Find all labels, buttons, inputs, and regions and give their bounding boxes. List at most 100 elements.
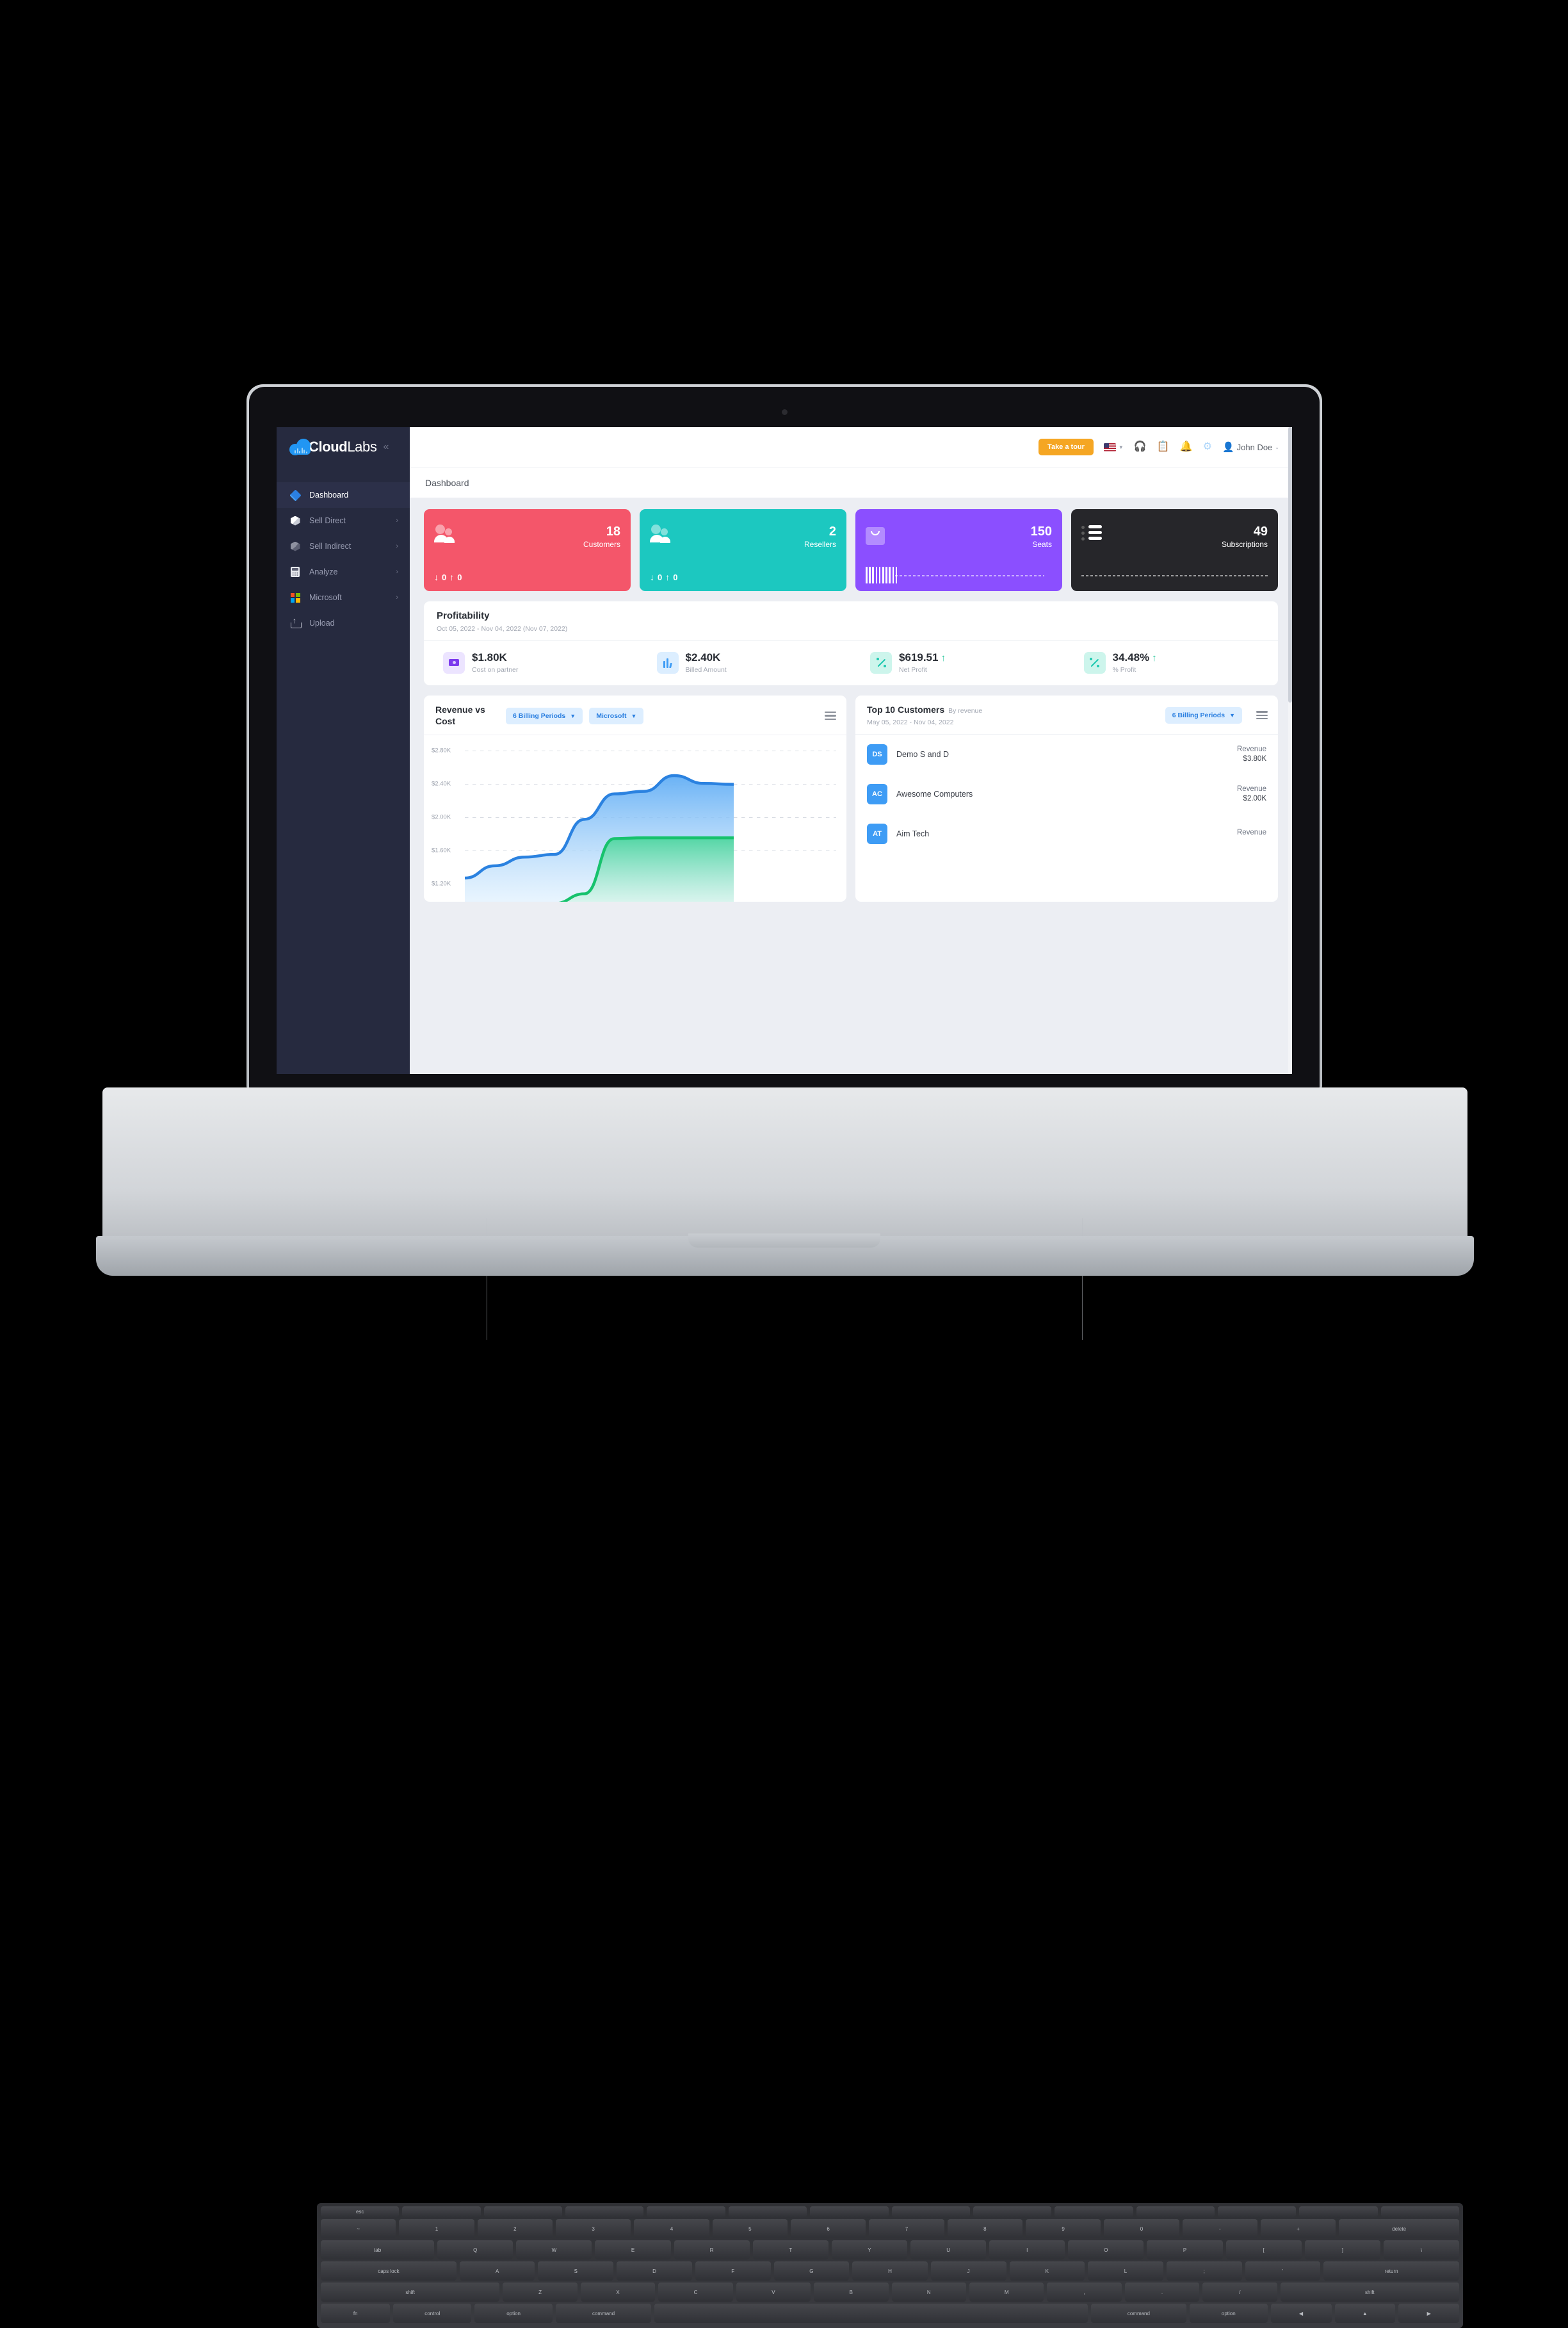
list-item[interactable]: DS Demo S and D Revenue $3.80K [855, 735, 1278, 774]
key [483, 2206, 563, 2217]
metric-cost-on-partner: $1.80K Cost on partner [424, 651, 638, 674]
list-icon [1081, 525, 1102, 541]
progress-dashline [1081, 575, 1268, 576]
logo-text: CloudLabs [309, 439, 377, 455]
headset-icon[interactable]: 🎧 [1134, 442, 1147, 452]
avatar: 👤 [1222, 442, 1234, 453]
avatar: AC [867, 783, 887, 804]
key: fn [321, 2304, 391, 2323]
chevron-down-icon: ▼ [1229, 712, 1235, 719]
avatar: AT [867, 823, 887, 844]
metric-value: $619.51 [899, 651, 939, 663]
percent-icon [870, 651, 892, 674]
y-tick-label: $1.20K [432, 880, 451, 888]
logo-text-light: Labs [347, 439, 377, 455]
key [647, 2206, 725, 2217]
revenue-label: Revenue [1236, 745, 1266, 753]
chart-plot-area [465, 774, 734, 902]
key: tab [321, 2240, 435, 2259]
stat-delta-down: 0 [658, 572, 663, 582]
key: + [1260, 2219, 1336, 2238]
key: F [695, 2261, 771, 2281]
app-logo[interactable]: CloudLabs « [277, 427, 410, 467]
user-menu[interactable]: 👤 John Doe ⌄ [1222, 441, 1279, 453]
key: W [516, 2240, 592, 2259]
key: command [556, 2304, 651, 2323]
key: B [814, 2283, 889, 2302]
chevron-right-icon: › [396, 594, 398, 601]
clipboard-icon[interactable]: 📋 [1157, 442, 1170, 452]
profitability-title: Profitability [437, 610, 490, 621]
stat-card-subscriptions[interactable]: 49 Subscriptions [1071, 509, 1278, 591]
key: . [1124, 2283, 1200, 2302]
key [1055, 2206, 1133, 2217]
customers-panel-title: Top 10 Customers [867, 704, 945, 715]
sidebar-item-dashboard[interactable]: Dashboard [277, 482, 410, 508]
chip-label: Microsoft [596, 712, 627, 720]
key: ▲ [1334, 2304, 1396, 2323]
user-name: John Doe [1236, 442, 1273, 452]
key: 8 [947, 2219, 1022, 2238]
list-item[interactable]: AT Aim Tech Revenue [855, 814, 1278, 854]
sidebar-item-upload[interactable]: Upload [277, 610, 410, 636]
trend-up-icon: ↑ [1152, 652, 1157, 663]
stat-label: Seats [1032, 540, 1052, 549]
customers-panel-header: Top 10 Customers By revenue May 05, 2022… [855, 696, 1278, 735]
chevron-right-icon: › [396, 517, 398, 525]
key: ; [1166, 2261, 1242, 2281]
language-selector[interactable]: ▼ [1103, 443, 1124, 452]
stat-card-seats[interactable]: 150 Seats [855, 509, 1062, 591]
webcam-icon [782, 409, 788, 415]
key: option [474, 2304, 553, 2323]
key: command [1090, 2304, 1186, 2323]
stat-card-customers[interactable]: 18 Customers ↓ 0 ↑ 0 [424, 509, 631, 591]
key: K [1009, 2261, 1085, 2281]
key: option [1189, 2304, 1268, 2323]
laptop-front-notch [688, 1233, 880, 1248]
microsoft-icon [289, 592, 301, 603]
calculator-icon [289, 566, 301, 578]
key [973, 2206, 1052, 2217]
avatar: DS [867, 744, 887, 765]
revenue-value: $3.80K [1243, 755, 1266, 763]
revenue-label: Revenue [1236, 829, 1266, 836]
main-content: Take a tour ▼ 🎧 📋 🔔 ⚙ 👤 John Doe ⌄ Dashb… [410, 427, 1292, 1074]
sidebar-item-sell-indirect[interactable]: Sell Indirect › [277, 533, 410, 559]
key [891, 2206, 970, 2217]
metric-caption: % Profit [1112, 666, 1136, 674]
customers-panel-subtitle: By revenue [948, 707, 983, 715]
chip-label: 6 Billing Periods [1172, 711, 1225, 719]
profitability-header: Profitability Oct 05, 2022 - Nov 04, 202… [424, 601, 1278, 641]
stat-card-resellers[interactable]: 2 Resellers ↓ 0 ↑ 0 [640, 509, 846, 591]
key [1217, 2206, 1297, 2217]
billing-periods-dropdown[interactable]: 6 Billing Periods ▼ [1165, 706, 1242, 724]
collapse-sidebar-icon[interactable]: « [383, 441, 389, 453]
key: ~ [321, 2219, 396, 2238]
hamburger-icon[interactable] [825, 712, 836, 720]
sidebar-item-analyze[interactable]: Analyze › [277, 559, 410, 585]
stat-delta-up: 0 [457, 572, 462, 582]
stat-delta: ↓ 0 ↑ 0 [434, 572, 462, 582]
key: - [1182, 2219, 1257, 2238]
billing-periods-dropdown[interactable]: 6 Billing Periods ▼ [506, 707, 583, 724]
key: 2 [477, 2219, 553, 2238]
sidebar-item-microsoft[interactable]: Microsoft › [277, 585, 410, 610]
key: \ [1383, 2240, 1460, 2259]
people-icon [650, 525, 678, 545]
scrollbar-track[interactable] [1288, 427, 1292, 1074]
hamburger-icon[interactable] [1256, 711, 1268, 720]
sidebar-item-sell-direct[interactable]: Sell Direct › [277, 508, 410, 533]
sidebar-item-label: Dashboard [309, 491, 349, 500]
logo-text-bold: Cloud [309, 439, 348, 455]
vendor-dropdown[interactable]: Microsoft ▼ [589, 707, 644, 724]
scrollbar-thumb[interactable] [1288, 427, 1292, 703]
list-item[interactable]: AC Awesome Computers Revenue $2.00K [855, 774, 1278, 814]
chip-label: 6 Billing Periods [513, 712, 566, 720]
key: L [1088, 2261, 1163, 2281]
stat-value: 49 [1253, 525, 1268, 539]
bell-icon[interactable]: 🔔 [1180, 442, 1193, 452]
customers-date-range: May 05, 2022 - Nov 04, 2022 [867, 718, 954, 726]
cube-grey-icon [289, 541, 301, 552]
take-a-tour-button[interactable]: Take a tour [1039, 439, 1094, 455]
gear-icon[interactable]: ⚙ [1203, 442, 1212, 452]
